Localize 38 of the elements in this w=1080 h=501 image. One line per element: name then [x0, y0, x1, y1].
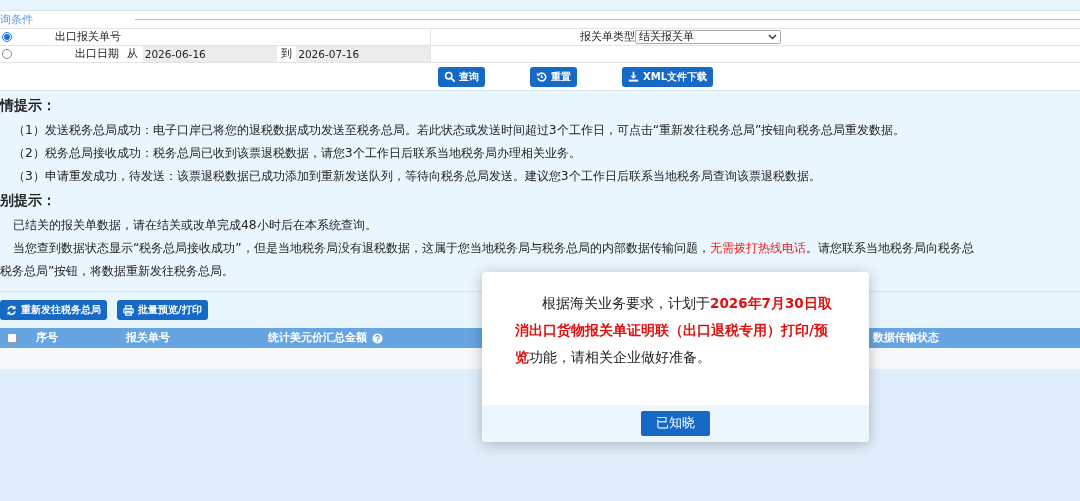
hint-text: 税务总局”按钮，将数据重新发往税务总局。	[0, 264, 236, 279]
toolbar-button[interactable]: XML文件下载	[622, 66, 714, 87]
section-legend: 询条件	[0, 12, 135, 27]
hint-title: 情提示：	[0, 97, 57, 115]
hint-text: （1）发送税务总局成功：电子口岸已将您的退税数据成功发送至税务总局。若此状态或发送时间超过3个工作日，可点击“重新发往税务总局”按钮向税务总局重发数据。	[13, 123, 907, 138]
column-header: 统计美元价汇总金额	[268, 331, 367, 345]
reset-icon	[536, 71, 547, 82]
hint-text: 当您查到数据状态显示“税务总局接收成功”，但是当地税务局没有退税数据，这属于您当地税务局与税务总局的内部数据传输问题，无需拨打热线电话。请您联系当地税务局向税务总	[13, 241, 975, 256]
toolbar-button[interactable]: 查询	[438, 66, 485, 87]
radio-button[interactable]	[2, 49, 12, 59]
radio-button[interactable]	[2, 32, 12, 42]
hint-title: 别提示：	[0, 192, 57, 210]
select-all-checkbox[interactable]	[7, 333, 17, 343]
notice-text: 根据海关业务要求，计划于2026年7月30日取消出口货物报关单证明联（出口退税专用）打印/预览功能，请相关企业做好准备。	[514, 294, 833, 367]
field-label: 从	[126, 47, 140, 61]
acknowledge-button[interactable]: 已知晓	[641, 411, 710, 436]
column-header: 报关单号	[126, 331, 170, 345]
chevron-down-icon	[768, 34, 777, 40]
hint-text: （2）税务总局接收成功：税务总局已收到该票退税数据，请您3个工作日后联系当地税务局办理相关业务。	[13, 146, 582, 161]
hint-text: （3）申请重发成功，待发送：该票退税数据已成功添加到重新发送队列，等待向税务总局发送。建议您3个工作日后联系当地税务局查询该票退税数据。	[13, 169, 822, 184]
search-icon	[444, 71, 455, 82]
column-header: 数据传输状态	[873, 331, 939, 345]
toolbar-button[interactable]: 重置	[530, 66, 577, 87]
date-field[interactable]: 2026-07-16	[296, 46, 430, 62]
action-button[interactable]: 批量预览/打印	[117, 300, 208, 320]
type-select[interactable]: 结关报关单	[635, 30, 781, 44]
action-button[interactable]: 重新发往税务总局	[0, 300, 107, 320]
field-label: 出口报关单号	[54, 30, 122, 44]
field-label: 报关单类型	[579, 30, 635, 44]
date-field[interactable]: 2026-06-16	[142, 46, 277, 62]
help-icon	[372, 332, 383, 344]
hint-text: 已结关的报关单数据，请在结关或改单完成48小时后在本系统查询。	[13, 218, 378, 233]
field-label: 到	[279, 47, 293, 61]
printer-icon	[123, 304, 134, 316]
refresh-icon	[6, 304, 17, 316]
column-header: 序号	[36, 331, 58, 345]
field-label: 出口日期	[74, 47, 121, 61]
download-icon	[628, 71, 639, 82]
